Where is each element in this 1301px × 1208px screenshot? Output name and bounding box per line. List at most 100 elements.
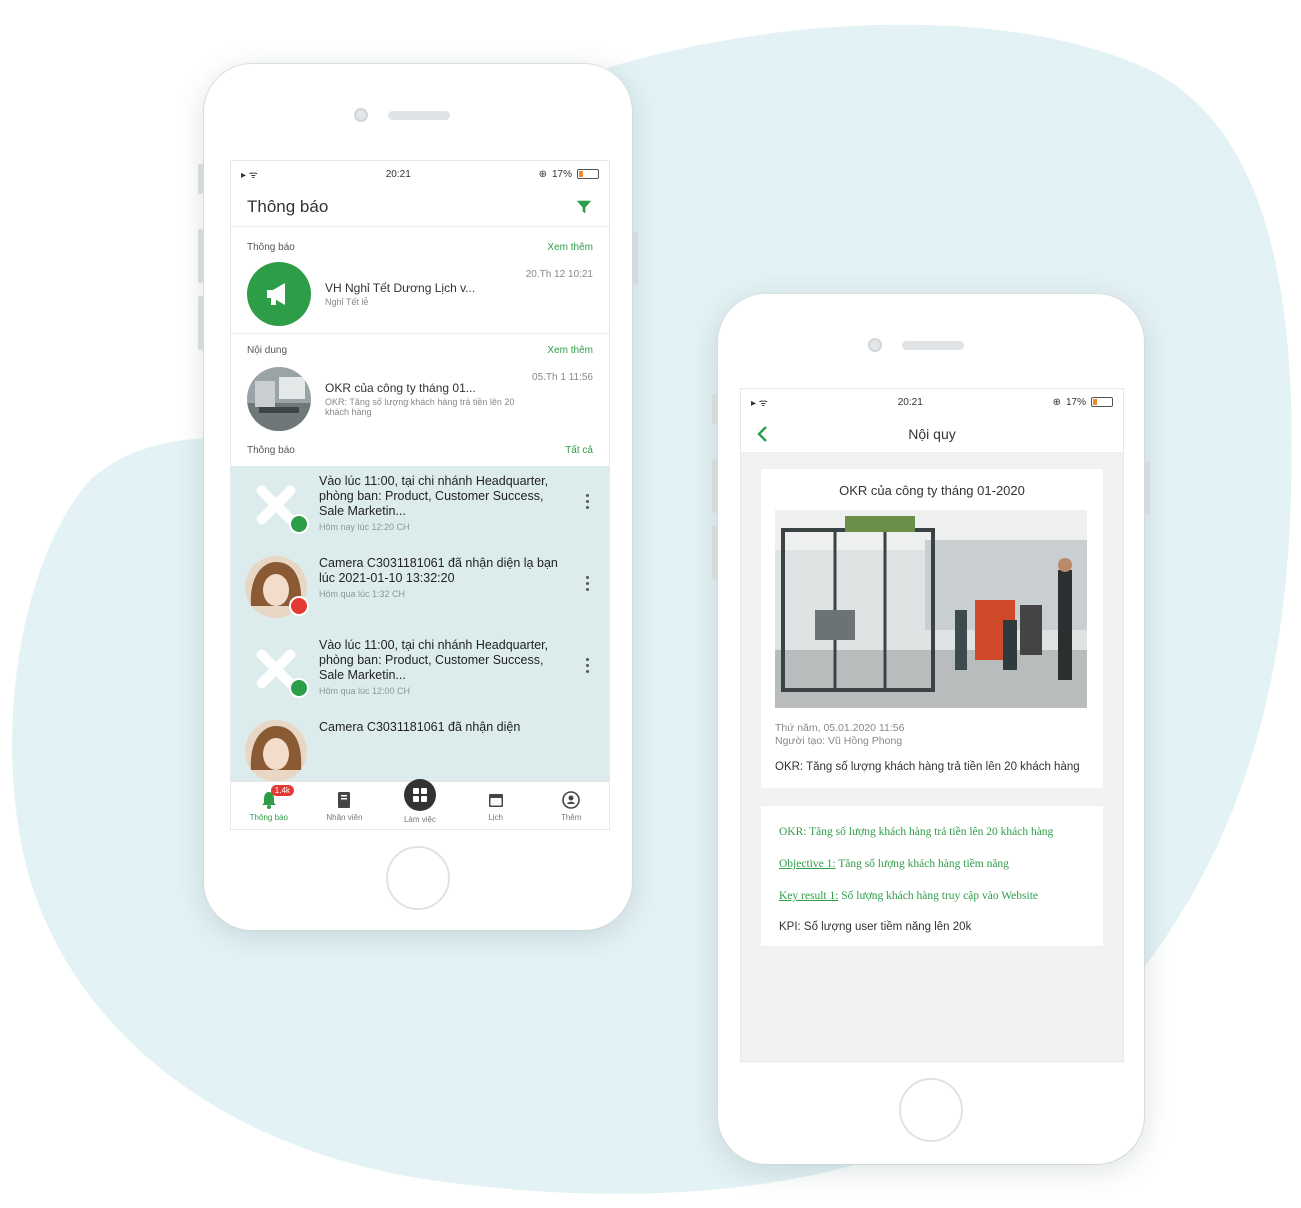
tab-staff[interactable]: Nhân viên (307, 782, 383, 829)
battery-percent: 17% (1065, 396, 1086, 408)
alarm-icon: ⊕ (1052, 396, 1061, 408)
list-item[interactable]: Vào lúc 11:00, tại chi nhánh Headquarter… (231, 466, 609, 548)
avatar (245, 556, 309, 618)
objective-text: Tăng số lượng khách hàng tiềm năng (835, 858, 1009, 870)
tab-label: Làm việc (403, 814, 436, 824)
app-header: Thông báo (231, 187, 609, 227)
status-badge (289, 596, 309, 616)
notification-time: Hôm qua lúc 1:32 CH (319, 589, 406, 599)
home-button[interactable] (386, 846, 450, 910)
tab-notifications[interactable]: 1.4k Thông báo (231, 782, 307, 829)
tab-work[interactable]: Làm việc (382, 778, 458, 829)
front-camera (868, 338, 882, 352)
home-button[interactable] (899, 1078, 963, 1142)
megaphone-icon (247, 262, 311, 326)
tab-label: Thêm (560, 812, 582, 822)
announcement-item[interactable]: VH Nghỉ Tết Dương Lịch v... Nghỉ Tết lễ … (231, 259, 609, 329)
see-more-link[interactable]: Xem thêm (547, 242, 593, 253)
notification-text: Camera C3031181061 đã nhận diện (319, 720, 521, 734)
tab-more[interactable]: Thêm (533, 782, 609, 829)
tools-icon (245, 474, 309, 536)
app-header: Nội quy (741, 415, 1123, 453)
key-result-text: Số lượng khách hàng truy cập vào Website (838, 890, 1039, 902)
notification-text: Camera C3031181061 đã nhận diện lạ bạn l… (319, 556, 558, 585)
announcement-title: VH Nghỉ Tết Dương Lịch v... (325, 281, 476, 295)
content-item[interactable]: OKR của công ty tháng 01... OKR: Tăng số… (231, 362, 609, 436)
okr-line: OKR: Tăng số lượng khách hàng trả tiền l… (779, 826, 1054, 838)
article-description: OKR: Tăng số lượng khách hàng trả tiền l… (775, 761, 1080, 773)
see-more-link[interactable]: Xem thêm (547, 345, 593, 356)
section-notifications: Thông báo Tất cả (231, 438, 609, 462)
tab-label: Lịch (488, 812, 503, 822)
content-time: 05.Th 1 11:56 (532, 372, 593, 383)
status-badge (289, 678, 309, 698)
book-icon (338, 791, 351, 808)
announcement-time: 20.Th 12 10:21 (525, 269, 593, 280)
section-announcement: Thông báo Xem thêm (231, 235, 609, 259)
grid-icon (403, 778, 436, 811)
status-time: 20:21 (897, 396, 923, 408)
office-photo (775, 510, 1087, 708)
notification-time: Hôm qua lúc 12:00 CH (319, 686, 411, 696)
content-title: OKR của công ty tháng 01... (325, 381, 476, 395)
tab-calendar[interactable]: Lịch (458, 782, 534, 829)
avatar (245, 720, 307, 782)
list-item[interactable]: Camera C3031181061 đã nhận diện lạ bạn l… (231, 548, 609, 630)
battery-icon (577, 169, 599, 179)
article-card: OKR của công ty tháng 01-2020 Thứ năm, 0… (761, 469, 1103, 788)
tab-bar: 1.4k Thông báo Nhân viên Làm việc Lịch T… (231, 778, 609, 829)
article-author: Người tạo: Vũ Hồng Phong (775, 735, 903, 747)
more-icon[interactable] (579, 576, 595, 591)
battery-percent: 17% (551, 168, 572, 180)
announcement-sub: Nghỉ Tết lễ (325, 297, 369, 307)
content-sub: OKR: Tăng số lượng khách hàng trả tiền l… (325, 397, 515, 417)
kpi-line: KPI: Số lượng user tiềm năng lên 20k (779, 921, 972, 933)
screen-notifications: ▸ ᯤ 20:21 ⊕ 17% Thông báo Thông báo Xem t… (230, 160, 610, 830)
objective-line: Objective 1: Tăng số lượng khách hàng ti… (779, 856, 1085, 872)
more-icon[interactable] (579, 658, 595, 673)
calendar-icon (488, 793, 503, 807)
key-result-line: Key result 1: Số lượng khách hàng truy c… (779, 888, 1085, 904)
article-detail: OKR: Tăng số lượng khách hàng trả tiền l… (761, 806, 1103, 946)
see-all-link[interactable]: Tất cả (565, 445, 593, 456)
speaker (902, 341, 964, 350)
list-item[interactable]: Vào lúc 11:00, tại chi nhánh Headquarter… (231, 630, 609, 712)
speaker (388, 111, 450, 120)
phone-notifications: ▸ ᯤ 20:21 ⊕ 17% Thông báo Thông báo Xem t… (198, 64, 638, 930)
user-icon (562, 790, 580, 809)
section-content: Nội dung Xem thêm (231, 338, 609, 362)
front-camera (354, 108, 368, 122)
key-result-label: Key result 1: (779, 890, 839, 902)
tab-label: Thông báo (249, 812, 288, 822)
section-label: Thông báo (247, 241, 295, 253)
section-label: Thông báo (247, 444, 295, 456)
alarm-icon: ⊕ (538, 168, 547, 180)
page-title: Thông báo (247, 196, 329, 216)
battery-icon (1091, 397, 1113, 407)
status-bar: ▸ ᯤ 20:21 ⊕ 17% (741, 389, 1123, 415)
signal-icon: ▸ ᯤ (751, 398, 768, 409)
objective-label: Objective 1: (779, 858, 836, 870)
phone-regulations: ▸ ᯤ 20:21 ⊕ 17% Nội quy OKR của công ty t… (712, 294, 1150, 1164)
more-icon[interactable] (579, 494, 595, 509)
notification-text: Vào lúc 11:00, tại chi nhánh Headquarter… (319, 638, 549, 682)
notification-count-badge: 1.4k (270, 785, 294, 796)
article-date: Thứ năm, 05.01.2020 11:56 (775, 722, 905, 734)
filter-icon[interactable] (575, 198, 593, 216)
notification-list: Vào lúc 11:00, tại chi nhánh Headquarter… (231, 466, 609, 794)
status-badge (289, 514, 309, 534)
status-bar: ▸ ᯤ 20:21 ⊕ 17% (231, 161, 609, 187)
status-time: 20:21 (385, 168, 411, 180)
tab-label: Nhân viên (326, 812, 363, 822)
page-title: Nội quy (908, 425, 956, 442)
content-thumbnail (247, 367, 311, 431)
article-title: OKR của công ty tháng 01-2020 (839, 483, 1025, 498)
notification-text: Vào lúc 11:00, tại chi nhánh Headquarter… (319, 474, 549, 518)
notification-time: Hôm nay lúc 12:20 CH (319, 522, 410, 532)
back-icon[interactable] (753, 424, 773, 444)
article-body: OKR của công ty tháng 01-2020 Thứ năm, 0… (741, 453, 1123, 1061)
screen-regulations: ▸ ᯤ 20:21 ⊕ 17% Nội quy OKR của công ty t… (740, 388, 1124, 1062)
signal-icon: ▸ ᯤ (241, 170, 258, 181)
section-label: Nội dung (247, 344, 288, 356)
tools-icon (245, 638, 309, 700)
